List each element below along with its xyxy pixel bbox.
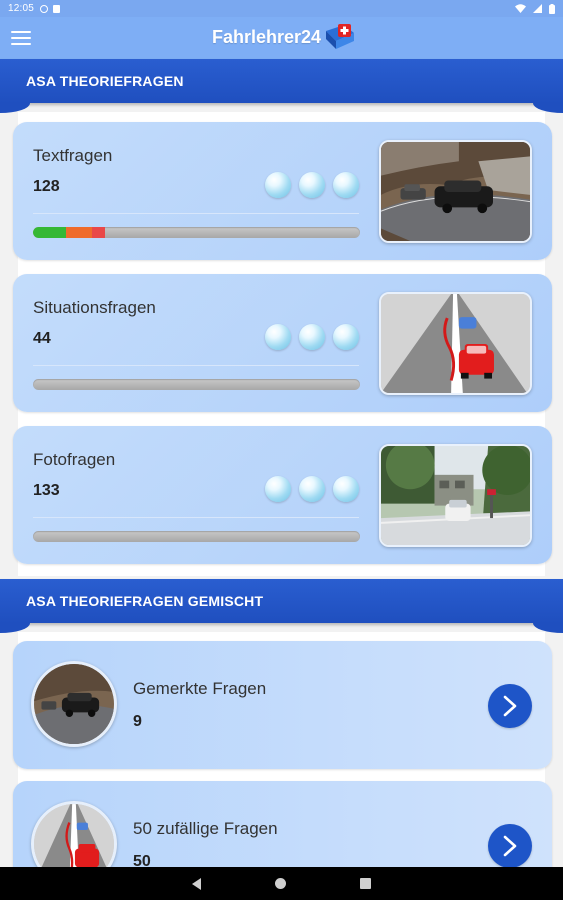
- home-icon[interactable]: [275, 878, 286, 889]
- system-nav-bar: [0, 867, 563, 900]
- list-item-title: 50 zufällige Fragen: [133, 819, 278, 838]
- signal-icon: [533, 4, 542, 13]
- app-title: Fahrlehrer24: [212, 26, 322, 47]
- progress-segment: [33, 227, 66, 238]
- chevron-right-icon[interactable]: [488, 684, 532, 728]
- progress-segment: [65, 227, 92, 238]
- category-count: 133: [33, 482, 60, 499]
- category-title: Fotofragen: [33, 450, 116, 469]
- section-title: ASA THEORIEFRAGEN: [26, 73, 184, 89]
- level-bubble-icon: [333, 476, 359, 502]
- level-bubble-icon: [333, 324, 359, 350]
- category-card-textfragen[interactable]: Textfragen 128: [13, 122, 552, 260]
- level-bubbles: [265, 172, 359, 198]
- level-bubble-icon: [265, 172, 291, 198]
- status-bar: 12:05: [0, 0, 563, 17]
- level-bubble-icon: [299, 324, 325, 350]
- back-icon[interactable]: [192, 877, 201, 890]
- category-count: 44: [33, 330, 51, 347]
- swiss-flag-logo-icon: [326, 24, 355, 49]
- list-item-title: Gemerkte Fragen: [133, 679, 267, 698]
- hamburger-menu-icon[interactable]: [11, 31, 31, 45]
- list-item-gemerkte-fragen[interactable]: Gemerkte Fragen 9: [13, 641, 552, 769]
- divider: [33, 517, 359, 518]
- category-card-situationsfragen[interactable]: Situationsfragen 44: [13, 274, 552, 412]
- recents-icon[interactable]: [360, 878, 371, 889]
- app-brand: Fahrlehrer24: [212, 23, 356, 51]
- level-bubble-icon: [265, 324, 291, 350]
- level-bubble-icon: [333, 172, 359, 198]
- level-bubbles: [265, 476, 359, 502]
- section-title: ASA THEORIEFRAGEN GEMISCHT: [26, 593, 264, 609]
- category-title: Textfragen: [33, 146, 113, 165]
- level-bubble-icon: [299, 476, 325, 502]
- status-time: 12:05: [8, 3, 35, 14]
- wifi-icon: [515, 4, 526, 13]
- list-item-count: 9: [133, 713, 142, 730]
- progress-bar: [33, 227, 360, 238]
- divider: [33, 213, 359, 214]
- battery-icon: [549, 3, 555, 14]
- level-bubbles: [265, 324, 359, 350]
- chevron-right-icon[interactable]: [488, 824, 532, 868]
- category-title: Situationsfragen: [33, 298, 156, 317]
- section-header-mixed: ASA THEORIEFRAGEN GEMISCHT: [0, 579, 563, 633]
- road-car-photo: [31, 661, 117, 747]
- progress-segment: [91, 227, 105, 238]
- app-bar: Fahrlehrer24: [0, 17, 563, 59]
- street-photo: [379, 444, 532, 547]
- situation-diagram: [379, 292, 532, 395]
- level-bubble-icon: [299, 172, 325, 198]
- category-count: 128: [33, 178, 60, 195]
- sim-icon: [53, 4, 61, 13]
- progress-bar: [33, 379, 360, 390]
- notification-icon: [40, 4, 49, 13]
- category-card-fotofragen[interactable]: Fotofragen 133: [13, 426, 552, 564]
- level-bubble-icon: [265, 476, 291, 502]
- road-car-photo: [379, 140, 532, 243]
- divider: [33, 365, 359, 366]
- section-header-theory: ASA THEORIEFRAGEN: [0, 59, 563, 113]
- progress-bar: [33, 531, 360, 542]
